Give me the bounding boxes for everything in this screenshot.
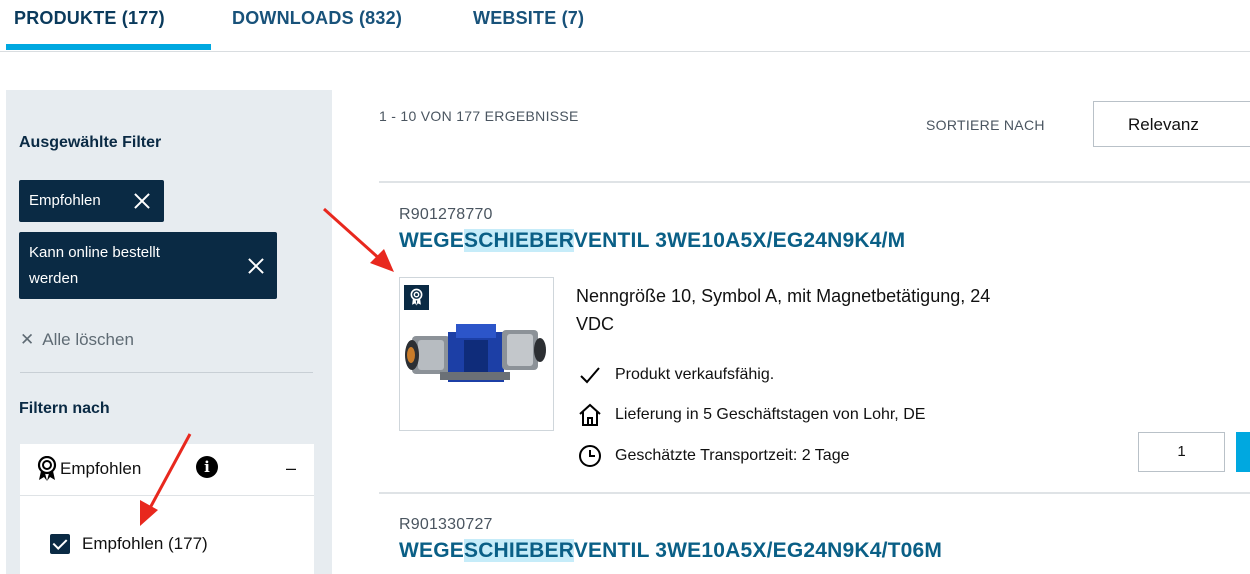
tab-website[interactable]: WEBSITE (7)	[473, 8, 584, 29]
house-icon	[579, 403, 601, 426]
product-description: Nenngröße 10, Symbol A, mit Magnetbetäti…	[576, 282, 1116, 338]
product-image[interactable]	[399, 277, 554, 431]
close-icon[interactable]	[247, 257, 265, 275]
product-sku: R901278770	[399, 206, 493, 223]
tab-products[interactable]: PRODUKTE (177)	[14, 8, 165, 29]
title-part: VENTIL 3WE10A5X/EG24N9K4/M	[573, 229, 906, 252]
award-icon	[410, 288, 423, 306]
sort-label: SORTIERE NACH	[926, 117, 1045, 133]
selected-filters-heading: Ausgewählte Filter	[19, 134, 162, 151]
checkbox-label: Empfohlen (177)	[82, 534, 208, 553]
feature-text: Produkt verkaufsfähig.	[615, 366, 775, 383]
title-part: WEGE	[399, 539, 464, 562]
add-to-cart-button[interactable]	[1236, 432, 1250, 472]
product-title-link[interactable]: WEGESCHIEBERVENTIL 3WE10A5X/EG24N9K4/M	[399, 229, 905, 253]
product-title-link[interactable]: WEGESCHIEBERVENTIL 3WE10A5X/EG24N9K4/T06…	[399, 539, 942, 563]
check-icon	[580, 367, 600, 384]
filter-by-heading: Filtern nach	[19, 400, 110, 417]
result-count: 1 - 10 VON 177 ERGEBNISSE	[379, 108, 579, 124]
close-icon: ✕	[20, 330, 35, 349]
annotation-arrow-icon	[322, 207, 394, 272]
feature-text: Geschätzte Transportzeit: 2 Tage	[615, 447, 850, 464]
filter-chip-online-orderable[interactable]: Kann online bestellt werden	[19, 232, 277, 299]
filter-chip-empfohlen[interactable]: Empfohlen	[19, 180, 164, 222]
clear-all-label: Alle löschen	[42, 330, 134, 349]
filter-chip-label-line1: Kann online bestellt	[29, 244, 160, 261]
tab-downloads[interactable]: DOWNLOADS (832)	[232, 8, 402, 29]
result-tabs: PRODUKTE (177) DOWNLOADS (832) WEBSITE (…	[0, 0, 1250, 52]
checkbox-checked[interactable]	[50, 534, 70, 554]
sort-select[interactable]: Relevanz	[1093, 101, 1250, 147]
divider	[379, 492, 1250, 494]
description-line: VDC	[576, 314, 615, 334]
clear-all-filters-button[interactable]: ✕ Alle löschen	[20, 330, 134, 350]
product-sku: R901330727	[399, 516, 493, 533]
title-search-highlight: SCHIEBER	[463, 229, 574, 252]
divider	[379, 181, 1250, 183]
active-tab-indicator	[6, 44, 211, 50]
valve-product-photo	[405, 324, 546, 382]
recommended-badge	[404, 285, 429, 310]
filter-chip-label: Empfohlen	[29, 192, 101, 209]
annotation-arrow-icon	[140, 433, 192, 526]
title-part: WEGE	[399, 229, 464, 252]
feature-text: Lieferung in 5 Geschäftstagen von Lohr, …	[615, 406, 926, 423]
description-line: Nenngröße 10, Symbol A, mit Magnetbetäti…	[576, 286, 991, 306]
title-part: VENTIL 3WE10A5X/EG24N9K4/T06M	[573, 539, 943, 562]
filter-chip-label-line2: werden	[29, 270, 79, 287]
close-icon[interactable]	[133, 192, 151, 210]
title-search-highlight: SCHIEBER	[463, 539, 574, 562]
quantity-input[interactable]: 1	[1138, 432, 1225, 472]
award-icon	[37, 456, 57, 481]
collapse-icon[interactable]: –	[286, 458, 296, 479]
divider	[20, 372, 313, 373]
clock-icon	[579, 445, 601, 467]
